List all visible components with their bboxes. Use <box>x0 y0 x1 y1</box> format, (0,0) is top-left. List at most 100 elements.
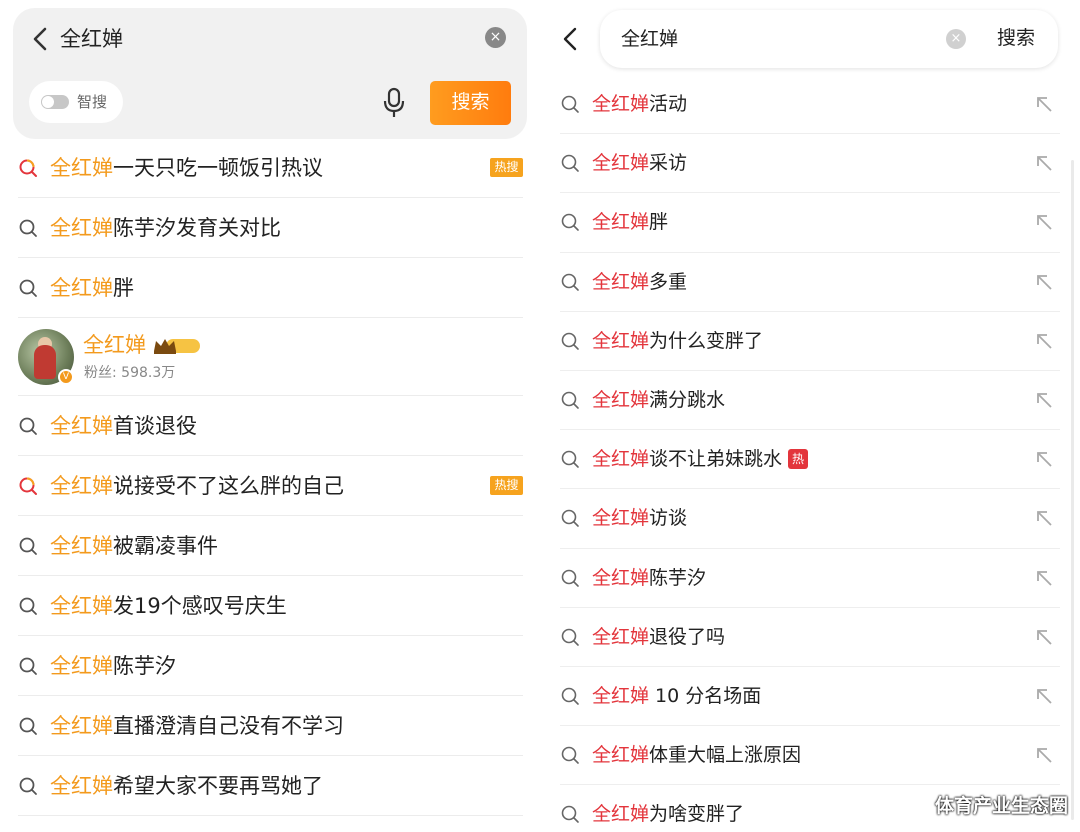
suggestion-text: 发19个感叹号庆生 <box>113 594 287 618</box>
suggestion-item[interactable]: 全红婵陈芋汐发育关对比 <box>18 198 523 258</box>
search-icon <box>19 219 37 237</box>
fill-query-arrow-icon[interactable] <box>1034 508 1054 528</box>
suggestion-text: 被霸凌事件 <box>113 534 218 558</box>
suggestion-text: 活动 <box>649 93 688 115</box>
fans-count: 粉丝: 598.3万 <box>84 365 176 381</box>
hot-search-icon <box>19 477 37 495</box>
suggestion-highlight: 全红婵 <box>50 654 113 678</box>
suggestion-item[interactable]: 全红婵体重大幅上涨原因 <box>560 726 1060 786</box>
scrollbar[interactable] <box>1071 160 1074 820</box>
suggestion-item[interactable]: 全红婵胖 <box>560 193 1060 253</box>
fill-query-arrow-icon[interactable] <box>1034 449 1054 469</box>
fill-query-arrow-icon[interactable] <box>1034 153 1054 173</box>
fill-query-arrow-icon[interactable] <box>1034 390 1054 410</box>
suggestion-text: 为啥变胖了 <box>649 803 745 826</box>
suggestion-highlight: 全红婵 <box>592 388 650 411</box>
suggestion-item[interactable]: 全红婵陈芋汐 <box>560 549 1060 608</box>
smart-search-label: 智搜 <box>77 93 108 111</box>
suggestion-item[interactable]: 全红婵访谈 <box>560 489 1060 549</box>
fill-query-arrow-icon[interactable] <box>1034 568 1054 588</box>
suggestion-text: 胖 <box>649 211 669 234</box>
suggestion-item[interactable]: 全红婵满分跳水 <box>560 371 1060 431</box>
suggestion-item[interactable]: 全红婵一天只吃一顿饭引热议 热搜 <box>18 138 523 198</box>
search-icon <box>19 597 37 615</box>
suggestion-text: 谈不让弟妹跳水 <box>649 448 783 471</box>
search-icon <box>19 717 37 735</box>
suggestion-text: 为什么变胖了 <box>649 329 764 352</box>
fill-query-arrow-icon[interactable] <box>1034 94 1054 114</box>
search-icon <box>561 332 579 350</box>
suggestion-item[interactable]: 全红婵发19个感叹号庆生 <box>18 576 523 636</box>
suggestion-item[interactable]: 全红婵直播澄清自己没有不学习 <box>18 696 523 756</box>
fill-query-arrow-icon[interactable] <box>1034 272 1054 292</box>
search-icon <box>561 569 579 587</box>
search-icon <box>19 777 37 795</box>
suggestion-text: 陈芋汐 <box>649 566 707 589</box>
suggestion-text: 首谈退役 <box>113 414 197 438</box>
suggestion-item[interactable]: 全红婵 10 分名场面 <box>560 667 1060 727</box>
suggestion-text: 10 分名场面 <box>649 684 762 707</box>
suggestion-text: 退役了吗 <box>649 625 726 648</box>
verified-badge: V <box>58 369 74 385</box>
suggestion-highlight: 全红婵 <box>50 474 113 498</box>
search-input[interactable]: 全红婵 <box>621 24 678 54</box>
fill-query-arrow-icon[interactable] <box>1034 745 1054 765</box>
suggestion-item[interactable]: 全红婵活动 <box>560 75 1060 135</box>
search-button[interactable]: 搜索 <box>430 81 511 125</box>
user-name: 全红婵 <box>83 333 146 357</box>
clear-icon[interactable]: × <box>946 29 966 49</box>
suggestion-item[interactable]: 全红婵被霸凌事件 <box>18 516 523 576</box>
search-icon <box>19 417 37 435</box>
fill-query-arrow-icon[interactable] <box>1034 686 1054 706</box>
suggestion-text: 陈芋汐发育关对比 <box>113 216 281 240</box>
suggestion-item[interactable]: 全红婵采访 <box>560 134 1060 194</box>
suggestion-item[interactable]: 全红婵谈不让弟妹跳水热 <box>560 430 1060 490</box>
suggestion-highlight: 全红婵 <box>592 684 650 707</box>
fill-query-arrow-icon[interactable] <box>1034 331 1054 351</box>
user-result[interactable]: V 全红婵 粉丝: 598.3万 <box>18 318 523 396</box>
suggestion-highlight: 全红婵 <box>50 594 113 618</box>
suggestion-item[interactable]: 全红婵说接受不了这么胖的自己 热搜 <box>18 456 523 516</box>
clear-icon[interactable]: × <box>485 27 506 48</box>
suggestion-highlight: 全红婵 <box>592 211 650 234</box>
search-icon <box>561 391 579 409</box>
search-button[interactable]: 搜索 <box>997 24 1035 54</box>
watermark: 体育产业生态圈 <box>934 795 1068 817</box>
suggestion-text: 说接受不了这么胖的自己 <box>113 474 344 498</box>
suggestion-item[interactable]: 全红婵胖 <box>18 258 523 318</box>
search-input[interactable]: 全红婵 <box>60 24 123 54</box>
crown-level-icon <box>154 339 200 354</box>
suggestion-text: 陈芋汐 <box>113 654 176 678</box>
suggestion-item[interactable]: 全红婵为什么变胖了 <box>560 312 1060 371</box>
search-icon <box>561 687 579 705</box>
back-arrow-icon[interactable] <box>29 25 53 53</box>
fill-query-arrow-icon[interactable] <box>1034 627 1054 647</box>
back-arrow-icon[interactable] <box>560 25 582 53</box>
suggestion-text: 采访 <box>649 152 688 175</box>
toggle-knob <box>42 96 54 108</box>
search-icon <box>561 95 579 113</box>
search-bar: 全红婵 × 搜索 <box>600 10 1058 68</box>
hot-badge: 热 <box>788 449 809 470</box>
suggestion-highlight: 全红婵 <box>592 566 650 589</box>
suggestion-highlight: 全红婵 <box>592 270 650 293</box>
fill-query-arrow-icon[interactable] <box>1034 212 1054 232</box>
smart-search-toggle[interactable]: 智搜 <box>29 81 123 123</box>
suggestion-highlight: 全红婵 <box>50 414 113 438</box>
suggestion-item[interactable]: 全红婵首谈退役 <box>18 396 523 456</box>
search-icon <box>561 510 579 528</box>
suggestion-text: 体重大幅上涨原因 <box>649 744 802 767</box>
suggestion-text: 胖 <box>113 276 134 300</box>
hot-search-icon <box>19 159 37 177</box>
hot-search-badge: 热搜 <box>490 158 523 177</box>
search-icon <box>19 279 37 297</box>
suggestion-highlight: 全红婵 <box>50 534 113 558</box>
suggestion-highlight: 全红婵 <box>592 507 650 530</box>
suggestion-item[interactable]: 全红婵陈芋汐 <box>18 636 523 696</box>
suggestion-item[interactable]: 全红婵退役了吗 <box>560 608 1060 667</box>
search-icon <box>561 154 579 172</box>
suggestion-item[interactable]: 全红婵希望大家不要再骂她了 <box>18 756 523 816</box>
microphone-icon[interactable] <box>381 87 407 119</box>
suggestion-highlight: 全红婵 <box>592 744 650 767</box>
suggestion-item[interactable]: 全红婵多重 <box>560 253 1060 312</box>
